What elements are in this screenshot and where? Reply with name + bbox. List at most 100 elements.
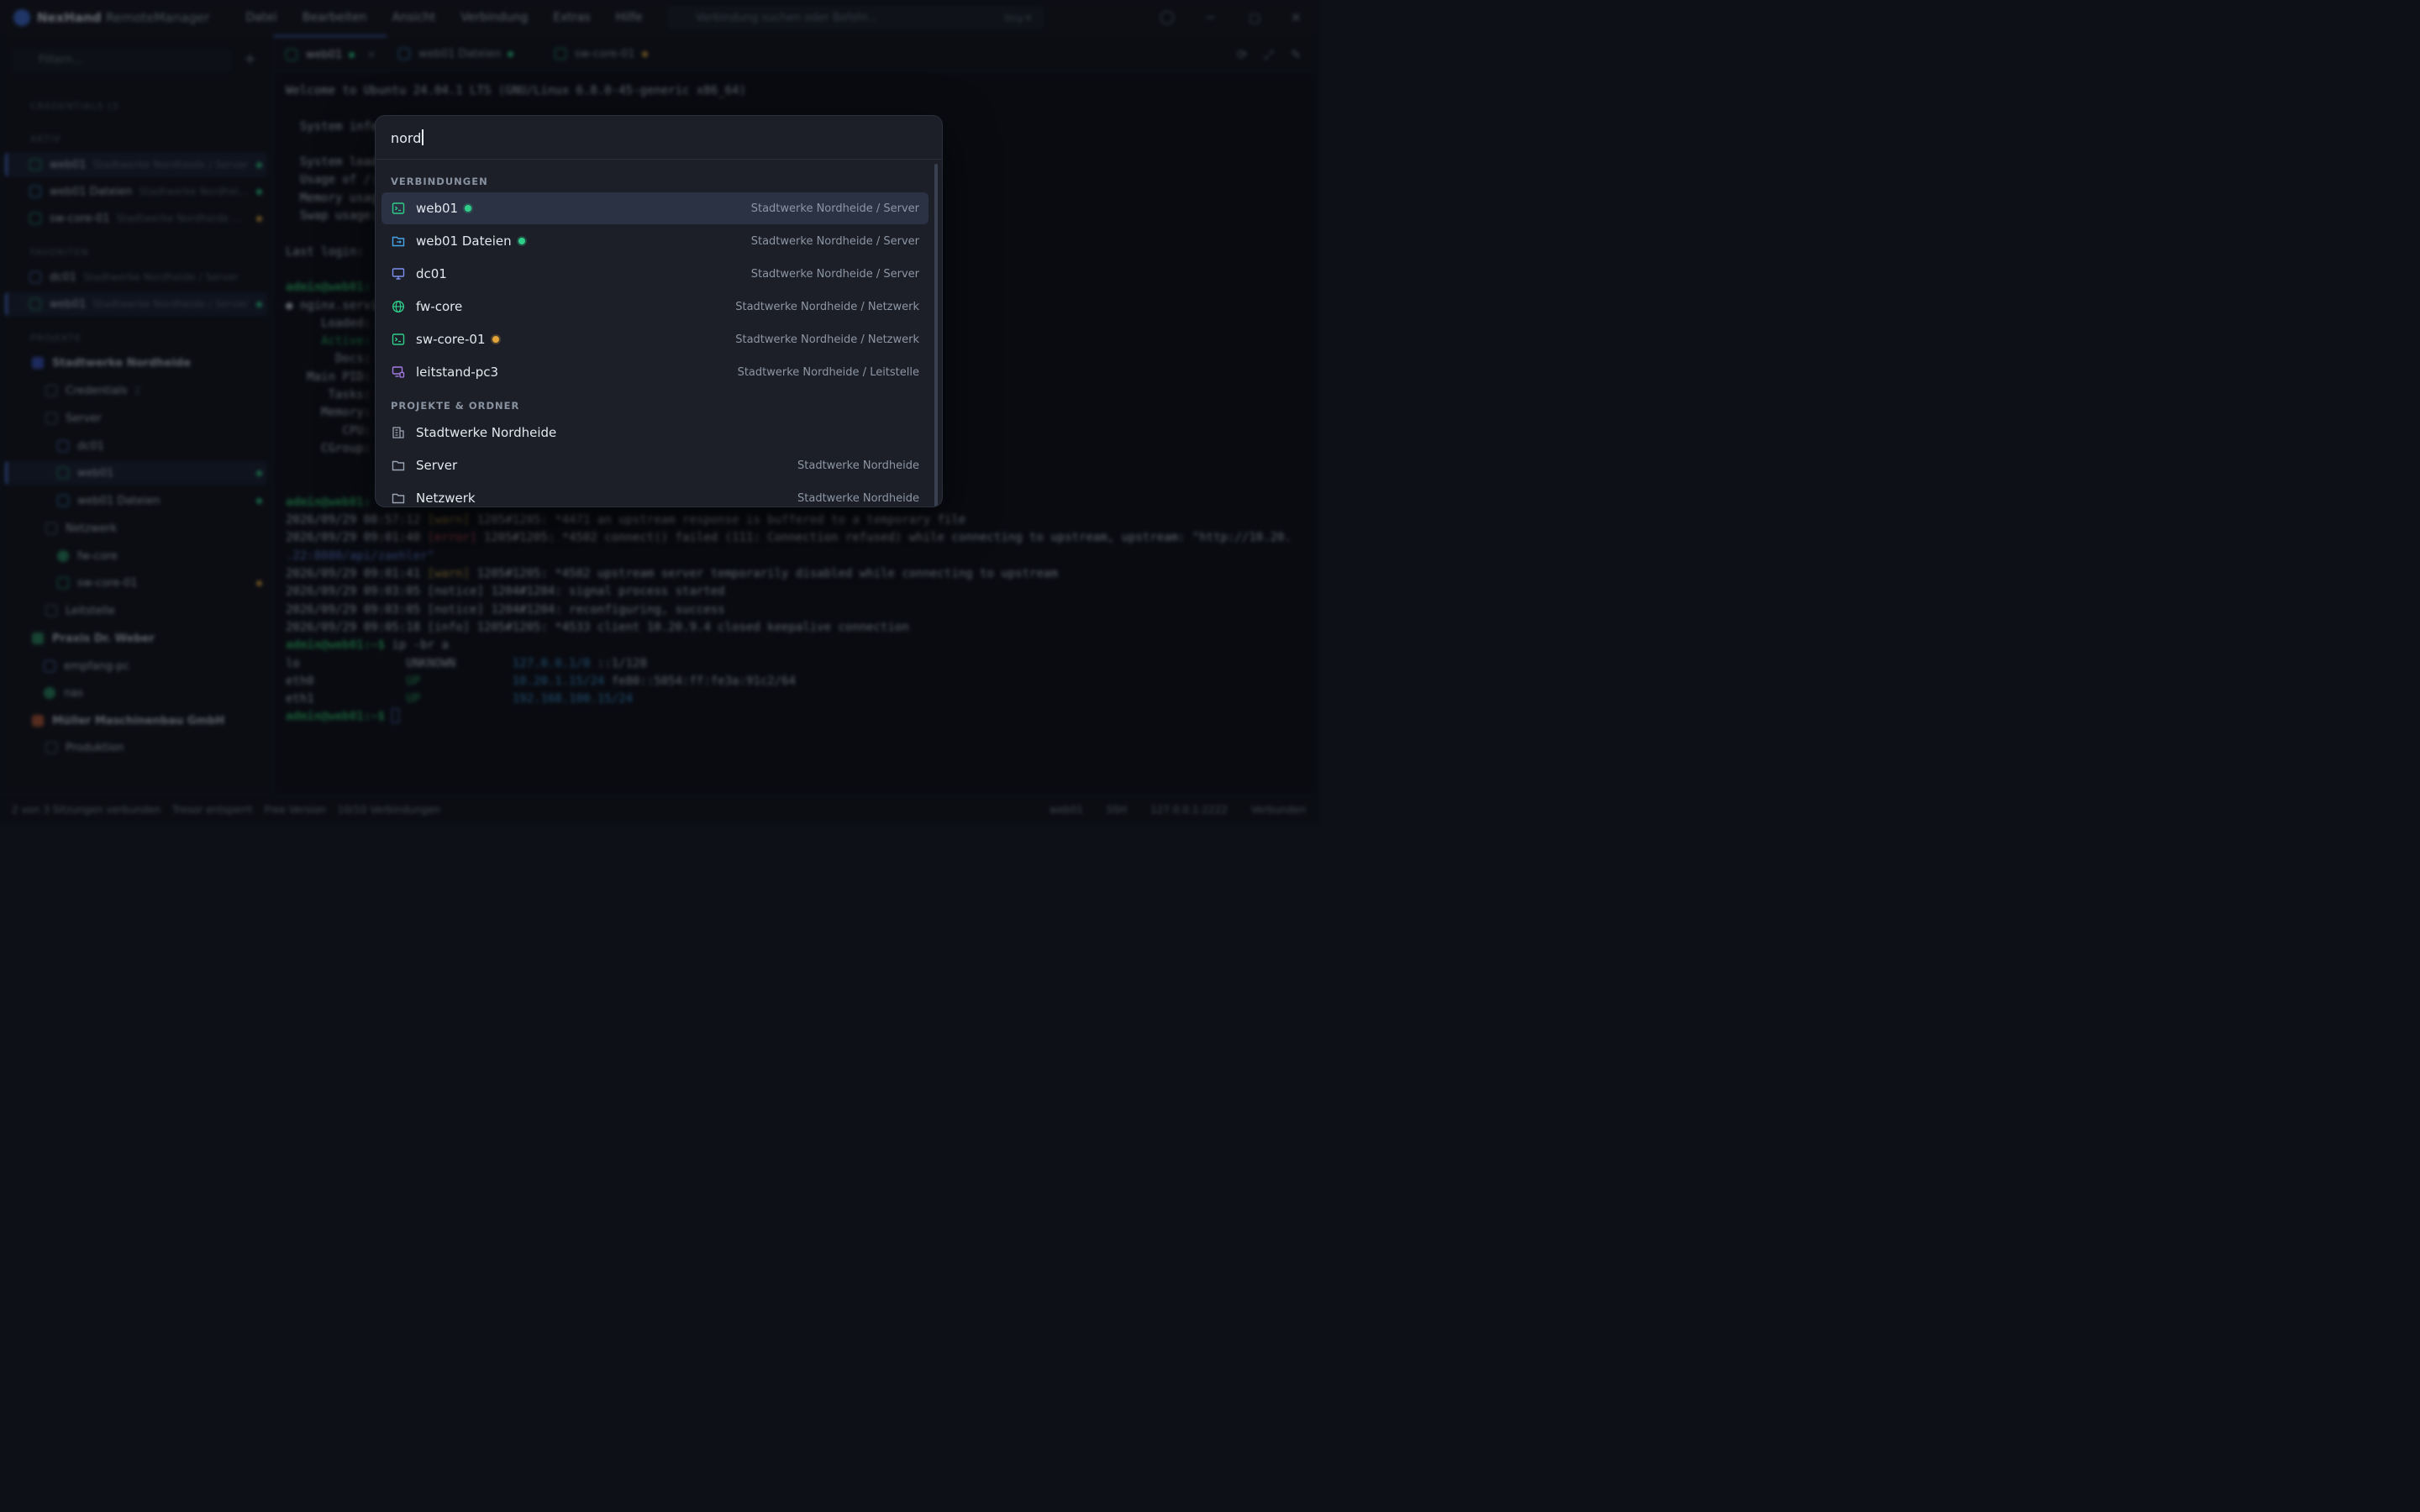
status-dot [508, 50, 514, 57]
terminal-icon [29, 159, 41, 171]
menu-verbindung[interactable]: Verbindung [448, 11, 540, 24]
result-name: leitstand-pc3 [416, 365, 499, 380]
result-name: fw-core [416, 299, 463, 314]
result-path: Stadtwerke Nordheide / Netzwerk [735, 300, 919, 313]
menu-extras[interactable]: Extras [540, 11, 602, 24]
terminal-icon [286, 49, 297, 60]
tree-item-web01-dateien[interactable]: web01 Dateien [5, 489, 267, 512]
terminal-icon [57, 577, 69, 589]
tree-item-empfang-pc[interactable]: empfang-pc [5, 654, 267, 678]
tree-credentials[interactable]: Credentials 2 [5, 379, 267, 402]
result-name: web01 Dateien [416, 234, 512, 249]
global-search-placeholder: Verbindung suchen oder Befehl... [696, 11, 878, 24]
status-dot-connected [465, 205, 472, 212]
tree-folder-produktion[interactable]: Produktion [5, 736, 267, 759]
status-dot-connected [518, 238, 525, 244]
result-name: web01 [416, 201, 459, 216]
result-path: Stadtwerke Nordheide [797, 491, 919, 505]
reconnect-icon[interactable]: ⟳ [1237, 47, 1248, 62]
result-name: Server [416, 458, 458, 473]
global-search[interactable]: Verbindung suchen oder Befehl... Strg K [667, 6, 1044, 29]
tree-project-praxis[interactable]: Praxis Dr. Weber [5, 627, 267, 650]
global-search-shortcut: Strg K [1003, 12, 1032, 24]
menu-hilfe[interactable]: Hilfe [603, 11, 655, 24]
result-web01-dateien[interactable]: web01 Dateien Stadtwerke Nordheide / Ser… [381, 225, 929, 257]
close-tab-icon[interactable]: × [366, 49, 376, 61]
result-sw-core-01[interactable]: sw-core-01 Stadtwerke Nordheide / Netzwe… [381, 323, 929, 355]
file-transfer-icon [29, 186, 41, 197]
result-path: Stadtwerke Nordheide / Server [750, 234, 919, 248]
status-dot [641, 50, 648, 57]
monitor-icon [392, 268, 405, 280]
tree-item-web01[interactable]: web01 [5, 461, 267, 485]
credentials-header[interactable]: CREDENTIALS (3 [30, 101, 118, 112]
globe-icon [57, 550, 69, 562]
text-caret [422, 129, 424, 145]
edit-icon[interactable]: ✎ [1291, 47, 1302, 62]
result-dc01[interactable]: dc01 Stadtwerke Nordheide / Server [381, 258, 929, 290]
sidebar: Filtern... + CREDENTIALS (3 AKTIV web01 … [0, 35, 274, 795]
tree-folder-leitstelle[interactable]: Leitstelle [5, 599, 267, 622]
terminal-icon [392, 202, 405, 214]
tab-sw-core-01[interactable]: sw-core-01 [555, 35, 648, 72]
maximize-icon[interactable]: ▢ [1249, 10, 1260, 25]
fullscreen-icon[interactable]: ⤢ [1264, 47, 1274, 62]
menu-ansicht[interactable]: Ansicht [380, 11, 449, 24]
status-bar: 2 von 3 Sitzungen verbunden Tresor entsp… [0, 795, 1318, 823]
building-icon [32, 357, 44, 369]
remote-desktop-icon [392, 366, 405, 378]
result-name: Netzwerk [416, 491, 476, 506]
favorite-item-web01[interactable]: web01 Stadtwerke Nordheide / Server [5, 292, 267, 316]
tree-folder-netzwerk[interactable]: Netzwerk [5, 517, 267, 540]
status-addr: 127.0.0.1:2222 [1150, 803, 1228, 816]
result-web01[interactable]: web01 Stadtwerke Nordheide / Server [381, 192, 929, 224]
result-fw-core[interactable]: fw-core Stadtwerke Nordheide / Netzwerk [381, 291, 929, 323]
status-vault[interactable]: Tresor entsperrt [172, 804, 252, 816]
tree-project-mueller[interactable]: Müller Maschinenbau GmbH [5, 709, 267, 732]
monitor-icon [29, 271, 41, 283]
result-folder-netzwerk[interactable]: Netzwerk Stadtwerke Nordheide [381, 482, 929, 507]
close-window-icon[interactable]: ✕ [1291, 10, 1302, 25]
status-limit: 10/10 Verbindungen [337, 803, 440, 816]
terminal-icon [29, 298, 41, 310]
menu-bearbeiten[interactable]: Bearbeiten [290, 11, 380, 24]
result-folder-server[interactable]: Server Stadtwerke Nordheide [381, 449, 929, 481]
tree-item-sw-core-01[interactable]: sw-core-01 [5, 571, 267, 595]
section-connections: VERBINDUNGEN [391, 176, 488, 187]
tree-project-stadtwerke[interactable]: Stadtwerke Nordheide [5, 351, 267, 375]
status-dot [256, 301, 262, 307]
tree-item-fw-core[interactable]: fw-core [5, 544, 267, 568]
result-project-stadtwerke[interactable]: Stadtwerke Nordheide [381, 417, 929, 449]
building-icon [32, 633, 44, 644]
active-item-web01[interactable]: web01 Stadtwerke Nordheide / Server [5, 153, 267, 176]
result-path: Stadtwerke Nordheide / Server [750, 267, 919, 281]
add-connection-icon[interactable]: + [244, 50, 256, 68]
titlebar: NexHand RemoteManager Datei Bearbeiten A… [0, 0, 1318, 35]
palette-scrollbar[interactable] [934, 164, 938, 507]
monitor-icon [44, 660, 55, 672]
active-item-sw-core-01[interactable]: sw-core-01 Stadtwerke Nordheide ... [5, 207, 267, 230]
favorite-item-dc01[interactable]: dc01 Stadtwerke Nordheide / Server [5, 265, 267, 289]
minimize-icon[interactable]: ─ [1207, 10, 1214, 25]
tab-web01-dateien[interactable]: web01 Dateien [398, 35, 514, 72]
status-dot [256, 188, 262, 195]
menu-datei[interactable]: Datei [233, 11, 289, 24]
sidebar-filter-input[interactable]: Filtern... [12, 49, 232, 72]
palette-search-input[interactable]: nord [376, 116, 942, 160]
folder-icon [45, 742, 57, 753]
help-icon[interactable] [1160, 11, 1174, 24]
status-host: web01 [1049, 803, 1083, 816]
status-license[interactable]: Free Version [264, 804, 325, 816]
tree-item-dc01[interactable]: dc01 [5, 434, 267, 458]
active-header: AKTIV [30, 134, 61, 144]
folder-icon [392, 460, 405, 471]
tree-item-nas[interactable]: nas [5, 681, 267, 705]
palette-query[interactable]: nord [391, 129, 424, 146]
file-transfer-icon [392, 236, 405, 247]
result-leitstand-pc3[interactable]: leitstand-pc3 Stadtwerke Nordheide / Lei… [381, 356, 929, 388]
result-path: Stadtwerke Nordheide / Netzwerk [735, 333, 919, 346]
tree-folder-server[interactable]: Server [5, 407, 267, 430]
section-projects: PROJEKTE & ORDNER [391, 400, 520, 412]
tab-web01[interactable]: web01 × [274, 35, 387, 72]
active-item-web01-dateien[interactable]: web01 Dateien Stadtwerke Nordhei... [5, 180, 267, 203]
